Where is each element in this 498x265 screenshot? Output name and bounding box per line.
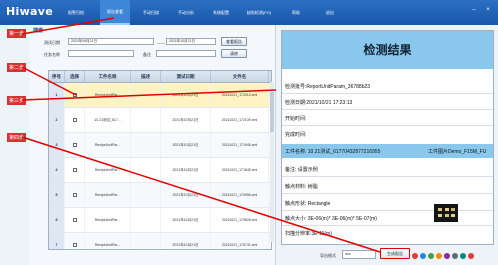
arrow-step-3 [21,89,277,101]
annotation-arrows [21,17,381,253]
arrow-step-1 [21,17,115,35]
arrow-step-2 [21,66,77,96]
arrow-step-4 [21,136,381,253]
